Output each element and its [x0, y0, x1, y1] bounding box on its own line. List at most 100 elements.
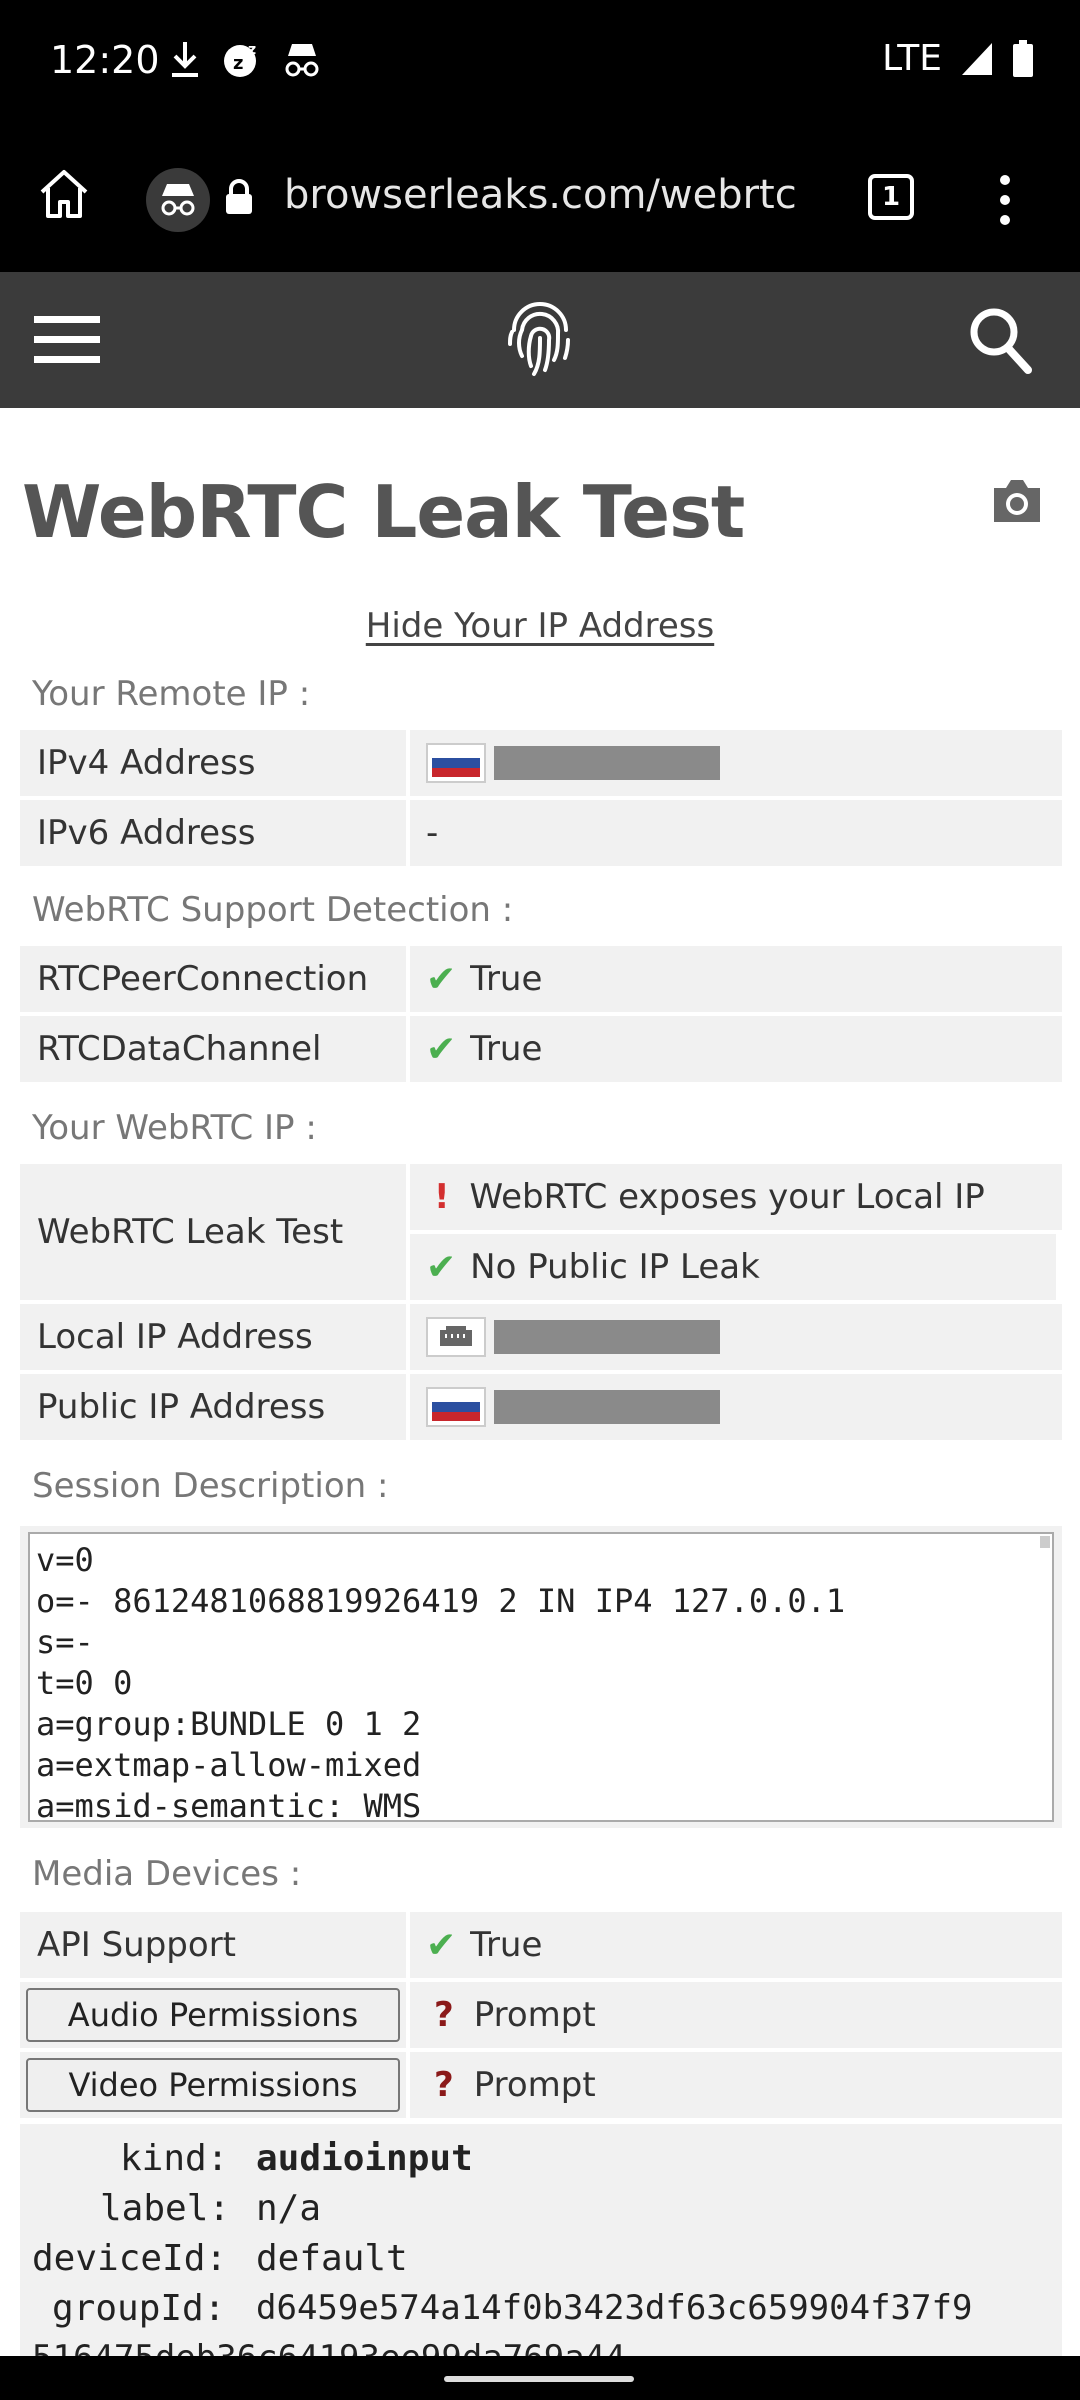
sdp-line: o=- 8612481068819926419 2 IN IP4 127.0.0…	[36, 1582, 846, 1620]
sdp-line: t=0 0	[36, 1664, 133, 1702]
svg-text:z: z	[248, 42, 256, 58]
public-ip-label: Public IP Address	[20, 1374, 406, 1440]
audio-permissions-text: Prompt	[473, 1995, 596, 2035]
audio-permissions-button[interactable]: Audio Permissions	[26, 1988, 400, 2042]
video-permissions-cell: Video Permissions	[20, 2052, 406, 2118]
fingerprint-logo-icon[interactable]	[504, 300, 576, 380]
question-icon: ?	[434, 1995, 454, 2035]
incognito-icon	[161, 184, 195, 216]
local-ip-value	[410, 1304, 1062, 1370]
ipv4-value	[410, 730, 1062, 796]
page-title: WebRTC Leak Test	[22, 470, 745, 554]
section-support-detection: WebRTC Support Detection :	[32, 890, 514, 930]
leak-warning-text: WebRTC exposes your Local IP	[469, 1177, 985, 1217]
system-nav-bar	[0, 2356, 1080, 2400]
leak-ok-text: No Public IP Leak	[470, 1247, 760, 1287]
redacted-ip	[494, 746, 720, 780]
network-port-icon	[426, 1317, 486, 1357]
home-icon[interactable]	[36, 166, 92, 222]
tab-switcher-button[interactable]: 1	[868, 174, 914, 220]
network-type: LTE	[882, 38, 942, 79]
search-icon[interactable]	[968, 306, 1032, 374]
camera-icon[interactable]	[990, 478, 1044, 524]
redacted-ip	[494, 1320, 720, 1354]
browser-toolbar: browserleaks.com/webrtc 1	[0, 128, 1080, 272]
leak-warning-value: ! WebRTC exposes your Local IP	[410, 1164, 1062, 1230]
check-icon: ✔	[426, 1924, 457, 1966]
sdp-line: a=group:BUNDLE 0 1 2	[36, 1705, 422, 1743]
incognito-badge[interactable]	[146, 168, 210, 232]
device-label-key: label:	[100, 2188, 231, 2229]
rtcpeerconnection-text: True	[470, 959, 543, 999]
question-icon: ?	[434, 2065, 454, 2105]
lock-icon[interactable]	[224, 178, 254, 216]
session-description-wrapper: v=0 o=- 8612481068819926419 2 IN IP4 127…	[20, 1526, 1062, 1828]
battery-icon	[1013, 39, 1033, 77]
svg-text:z: z	[233, 53, 243, 74]
api-support-text: True	[470, 1925, 543, 1965]
hide-ip-link[interactable]: Hide Your IP Address	[366, 606, 714, 646]
rtcdatachannel-text: True	[470, 1029, 543, 1069]
leak-ok-value: ✔ No Public IP Leak	[410, 1234, 1056, 1300]
russia-flag-icon	[426, 1387, 486, 1427]
device-id-value: default	[256, 2238, 408, 2279]
api-support-label: API Support	[20, 1912, 406, 1978]
leak-test-label: WebRTC Leak Test	[20, 1164, 406, 1300]
section-media-devices: Media Devices :	[32, 1854, 302, 1894]
local-ip-label: Local IP Address	[20, 1304, 406, 1370]
home-gesture-handle[interactable]	[444, 2376, 634, 2382]
ipv6-row: IPv6 Address -	[20, 800, 1062, 866]
address-bar[interactable]: browserleaks.com/webrtc	[284, 172, 797, 218]
check-icon: ✔	[426, 958, 457, 1000]
download-icon	[172, 42, 198, 77]
ipv4-row: IPv4 Address	[20, 730, 1062, 796]
rtcdatachannel-row: RTCDataChannel ✔ True	[20, 1016, 1062, 1082]
section-session-description: Session Description :	[32, 1466, 389, 1506]
russia-flag-icon	[426, 743, 486, 783]
device-kind-key: kind:	[120, 2138, 229, 2179]
hamburger-menu-icon[interactable]	[34, 314, 100, 366]
status-bar: 12:20 zz LTE	[0, 0, 1080, 128]
device-label-value: n/a	[256, 2188, 322, 2229]
audio-permissions-cell: Audio Permissions	[20, 1982, 406, 2048]
sdp-line: s=-	[36, 1623, 94, 1661]
api-support-value: ✔ True	[410, 1912, 1062, 1978]
scrollbar[interactable]	[1040, 1536, 1050, 1548]
rtcpeerconnection-value: ✔ True	[410, 946, 1062, 1012]
video-permissions-text: Prompt	[473, 2065, 596, 2105]
check-icon: ✔	[426, 1246, 457, 1288]
site-header	[0, 272, 1080, 408]
status-time: 12:20	[50, 38, 160, 82]
rtcdatachannel-label: RTCDataChannel	[20, 1016, 406, 1082]
device-kind-value: audioinput	[256, 2138, 473, 2179]
ipv6-label: IPv6 Address	[20, 800, 406, 866]
api-support-row: API Support ✔ True	[20, 1912, 1062, 1978]
group-id-value: d6459e574a14f0b3423df63c659904f37f9	[256, 2288, 973, 2328]
sdp-line: a=extmap-allow-mixed	[36, 1746, 422, 1784]
sdp-line: a=msid-semantic: WMS	[36, 1787, 422, 1822]
device-id-key: deviceId:	[32, 2238, 228, 2279]
status-icons-left: zz	[168, 40, 322, 80]
section-remote-ip: Your Remote IP :	[32, 674, 311, 714]
video-permissions-value: ? Prompt	[410, 2052, 1062, 2118]
sdp-line: v=0	[36, 1541, 94, 1579]
video-permissions-button[interactable]: Video Permissions	[26, 2058, 400, 2112]
video-permissions-row: Video Permissions ? Prompt	[20, 2052, 1062, 2118]
more-menu-icon[interactable]	[990, 172, 1020, 228]
public-ip-value	[410, 1374, 1062, 1440]
ipv6-value: -	[410, 800, 1062, 866]
group-id-key: groupId:	[52, 2288, 226, 2329]
leak-test-row: WebRTC Leak Test ! WebRTC exposes your Lo…	[20, 1164, 1062, 1300]
rtcdatachannel-value: ✔ True	[410, 1016, 1062, 1082]
rtcpeerconnection-row: RTCPeerConnection ✔ True	[20, 946, 1062, 1012]
session-description-textarea[interactable]: v=0 o=- 8612481068819926419 2 IN IP4 127…	[28, 1532, 1054, 1822]
status-icons-right: LTE	[882, 38, 1034, 79]
ipv4-label: IPv4 Address	[20, 730, 406, 796]
audio-permissions-row: Audio Permissions ? Prompt	[20, 1982, 1062, 2048]
signal-icon	[962, 42, 992, 75]
check-icon: ✔	[426, 1028, 457, 1070]
section-webrtc-ip: Your WebRTC IP :	[32, 1108, 317, 1148]
incognito-icon	[285, 44, 319, 77]
rtcpeerconnection-label: RTCPeerConnection	[20, 946, 406, 1012]
warning-icon: !	[434, 1177, 450, 1217]
